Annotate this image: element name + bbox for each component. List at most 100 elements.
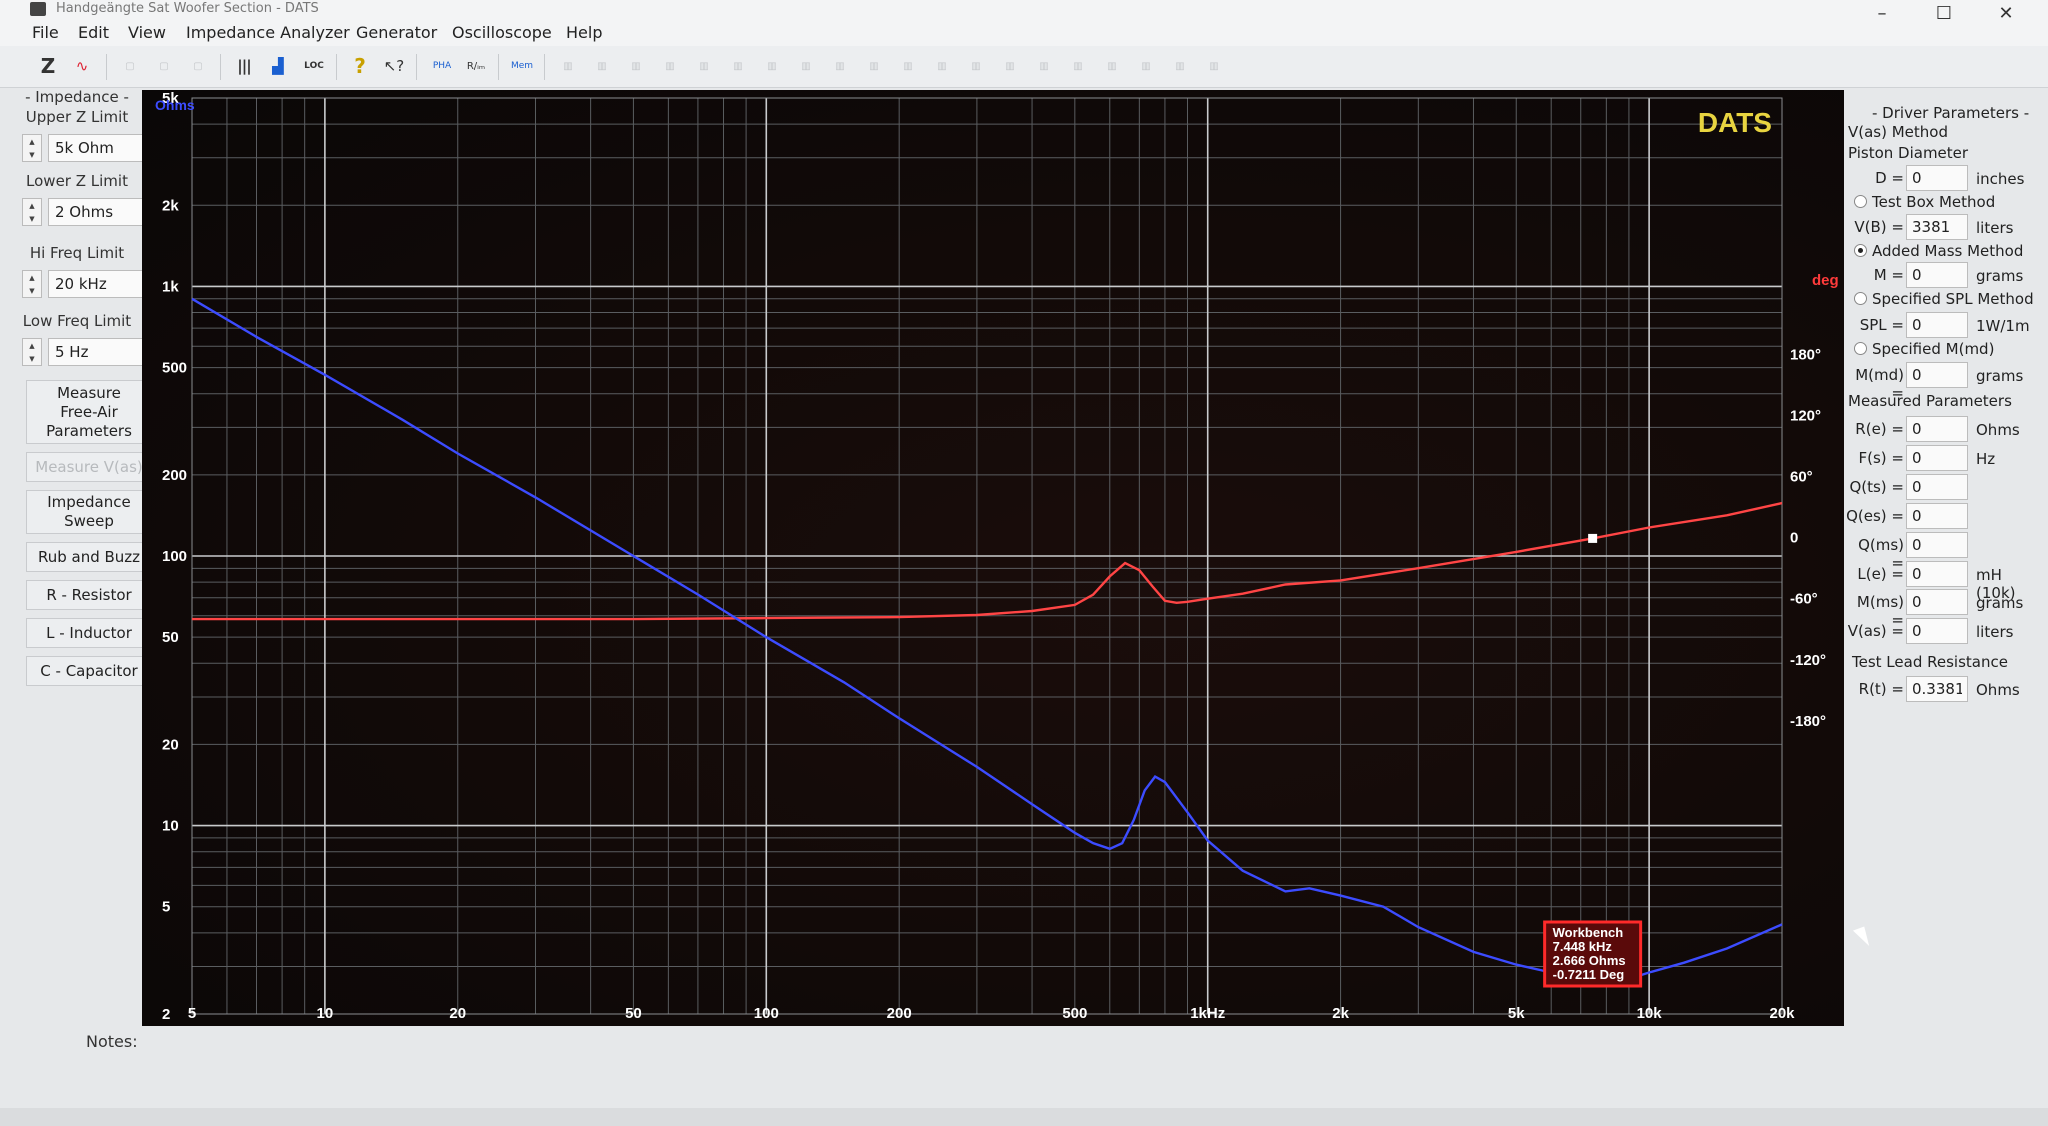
menu-file[interactable]: File bbox=[32, 23, 59, 42]
grid-lines-icon[interactable]: ||| bbox=[230, 52, 258, 80]
impedance-plot[interactable]: 5k 2k 1k 500 200 100 50 20 10 5 2 5 10 20 50 100 200 500… bbox=[142, 90, 1844, 1026]
mms-unit: grams bbox=[1976, 594, 2024, 612]
added-mass-radio[interactable] bbox=[1854, 244, 1867, 257]
memory-slot-icon[interactable]: ▥ bbox=[758, 52, 786, 80]
spl-input[interactable] bbox=[1906, 312, 1968, 338]
impedance-mode-button[interactable]: Z bbox=[34, 52, 62, 80]
hi-freq-input[interactable] bbox=[48, 270, 152, 298]
workbench-ohms: 2.666 Ohms bbox=[1553, 953, 1626, 968]
low-freq-spinner[interactable]: ▲ ▼ bbox=[22, 338, 42, 366]
menu-edit[interactable]: Edit bbox=[78, 23, 109, 42]
y-tick-label: 2k bbox=[162, 197, 179, 214]
specified-mmd-radio[interactable] bbox=[1854, 342, 1867, 355]
memory-slot-icon[interactable]: ▥ bbox=[1098, 52, 1126, 80]
memory-slot-icon[interactable]: ▥ bbox=[656, 52, 684, 80]
qes-input[interactable] bbox=[1906, 503, 1968, 529]
specified-mmd-label: Specified M(md) bbox=[1872, 340, 1995, 358]
added-mass-label: Added Mass Method bbox=[1872, 242, 2024, 260]
vb-input[interactable] bbox=[1906, 214, 1968, 240]
measure-free-air-button[interactable]: Measure Free-Air Parameters bbox=[26, 380, 152, 444]
impedance-sweep-button[interactable]: Impedance Sweep bbox=[26, 490, 152, 534]
menu-generator[interactable]: Generator bbox=[356, 23, 437, 42]
memory-slot-icon[interactable]: ▥ bbox=[724, 52, 752, 80]
memory-button[interactable]: Mem bbox=[508, 52, 536, 80]
mms-input[interactable] bbox=[1906, 589, 1968, 615]
memory-slot-icon[interactable]: ▥ bbox=[996, 52, 1024, 80]
memory-slot-icon[interactable]: ▥ bbox=[962, 52, 990, 80]
re-im-button[interactable]: R/ᵢₘ bbox=[462, 52, 490, 80]
memory-slot-icon[interactable]: ▥ bbox=[1030, 52, 1058, 80]
menu-impedance-analyzer[interactable]: Impedance Analyzer bbox=[186, 23, 350, 42]
qms-input[interactable] bbox=[1906, 532, 1968, 558]
memory-slot-icon[interactable]: ▥ bbox=[1166, 52, 1194, 80]
qes-label: Q(es) = bbox=[1846, 507, 1904, 525]
rub-and-buzz-button[interactable]: Rub and Buzz bbox=[26, 542, 152, 572]
memory-slot-icon[interactable]: ▥ bbox=[860, 52, 888, 80]
qts-input[interactable] bbox=[1906, 474, 1968, 500]
x-tick-label: 10 bbox=[317, 1005, 334, 1022]
vas-label: V(as) = bbox=[1847, 622, 1904, 640]
memory-slot-icon[interactable]: ▥ bbox=[1132, 52, 1160, 80]
vb-unit: liters bbox=[1976, 219, 2014, 237]
upper-z-input[interactable] bbox=[48, 134, 152, 162]
memory-slot-icon[interactable]: ▥ bbox=[554, 52, 582, 80]
re-input[interactable] bbox=[1906, 416, 1968, 442]
piston-diameter-label: Piston Diameter bbox=[1848, 144, 1969, 162]
memory-slot-icon[interactable]: ▥ bbox=[622, 52, 650, 80]
measure-vas-button[interactable]: Measure V(as) bbox=[26, 452, 152, 482]
memory-slot-icon[interactable]: ▥ bbox=[826, 52, 854, 80]
capacitor-button[interactable]: C - Capacitor bbox=[26, 656, 152, 686]
low-freq-input[interactable] bbox=[48, 338, 152, 366]
added-mass-input[interactable] bbox=[1906, 262, 1968, 288]
le-input[interactable] bbox=[1906, 561, 1968, 587]
phase-button[interactable]: PHA bbox=[428, 52, 456, 80]
d-unit: inches bbox=[1976, 170, 2025, 188]
lower-z-input[interactable] bbox=[48, 198, 152, 226]
upper-z-spinner[interactable]: ▲ ▼ bbox=[22, 134, 42, 162]
x-tick-label: 20k bbox=[1769, 1005, 1795, 1022]
test-lead-resistance-title: Test Lead Resistance bbox=[1852, 653, 2008, 671]
impedance-group-title: - Impedance - bbox=[25, 88, 129, 106]
help-icon[interactable]: ? bbox=[346, 52, 374, 80]
memory-slot-icon[interactable]: ▥ bbox=[690, 52, 718, 80]
menu-oscilloscope[interactable]: Oscilloscope bbox=[452, 23, 552, 42]
sine-wave-icon[interactable]: ∿ bbox=[68, 52, 96, 80]
log-scale-button[interactable]: LOC bbox=[300, 52, 328, 80]
workbench-title: Workbench bbox=[1553, 925, 1624, 940]
disabled-tool-icon[interactable]: ▢ bbox=[116, 52, 144, 80]
disabled-tool-icon[interactable]: ▢ bbox=[184, 52, 212, 80]
test-box-radio[interactable] bbox=[1854, 195, 1867, 208]
lower-z-spinner[interactable]: ▲ ▼ bbox=[22, 198, 42, 226]
disabled-tool-icon[interactable]: ▢ bbox=[150, 52, 178, 80]
piston-diameter-input[interactable] bbox=[1906, 165, 1968, 191]
memory-slot-icon[interactable]: ▥ bbox=[588, 52, 616, 80]
context-help-icon[interactable]: ↖? bbox=[380, 52, 408, 80]
vas-input[interactable] bbox=[1906, 618, 1968, 644]
specified-spl-radio[interactable] bbox=[1854, 292, 1867, 305]
bar-chart-icon[interactable]: ▟ bbox=[264, 52, 292, 80]
m-label: M = bbox=[1873, 266, 1904, 284]
x-tick-label: 100 bbox=[754, 1005, 779, 1022]
memory-slot-icon[interactable]: ▥ bbox=[894, 52, 922, 80]
y-tick-label: 50 bbox=[162, 629, 179, 646]
test-lead-resistance-input[interactable] bbox=[1906, 676, 1968, 702]
resistor-button[interactable]: R - Resistor bbox=[26, 580, 152, 610]
impedance-chart-svg: 5k 2k 1k 500 200 100 50 20 10 5 2 5 10 20 50 100 200 500… bbox=[155, 90, 1839, 1023]
memory-slot-icon[interactable]: ▥ bbox=[1064, 52, 1092, 80]
hi-freq-spinner[interactable]: ▲ ▼ bbox=[22, 270, 42, 298]
menu-view[interactable]: View bbox=[128, 23, 166, 42]
x-tick-label: 500 bbox=[1062, 1005, 1087, 1022]
inductor-button[interactable]: L - Inductor bbox=[26, 618, 152, 648]
memory-slot-icon[interactable]: ▥ bbox=[928, 52, 956, 80]
title-bar: Handgeängte Sat Woofer Section - DATS – … bbox=[0, 0, 2048, 24]
x-tick-label: 20 bbox=[449, 1005, 466, 1022]
mmd-input[interactable] bbox=[1906, 362, 1968, 388]
menu-help[interactable]: Help bbox=[566, 23, 602, 42]
window-title: Handgeängte Sat Woofer Section - DATS bbox=[56, 1, 319, 16]
memory-slot-icon[interactable]: ▥ bbox=[792, 52, 820, 80]
fs-input[interactable] bbox=[1906, 445, 1968, 471]
memory-slot-icon[interactable]: ▥ bbox=[1200, 52, 1228, 80]
y-tick-label: 2 bbox=[162, 1006, 170, 1023]
lower-z-label: Lower Z Limit bbox=[26, 172, 128, 190]
low-freq-label: Low Freq Limit bbox=[22, 312, 132, 330]
